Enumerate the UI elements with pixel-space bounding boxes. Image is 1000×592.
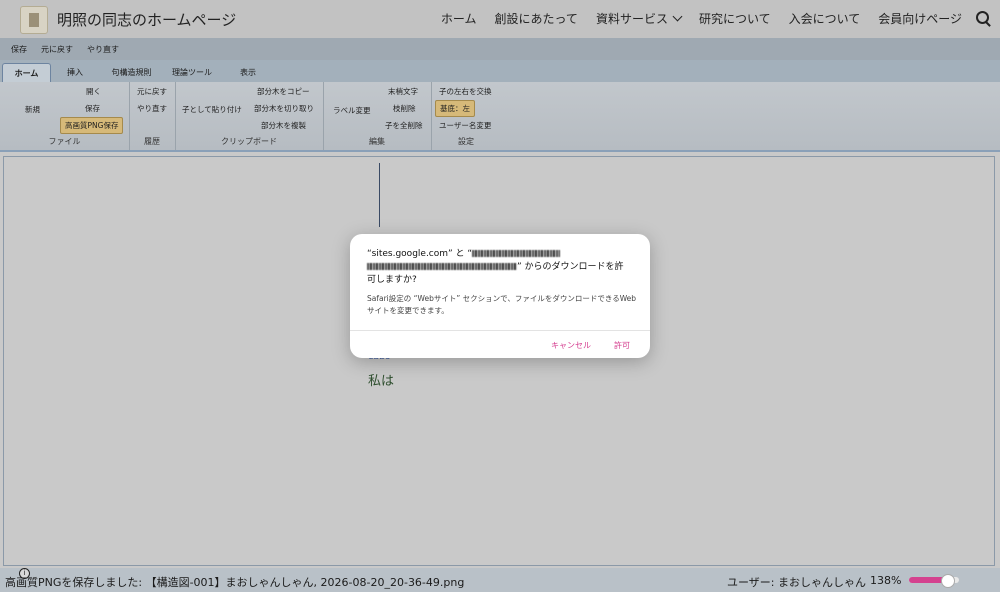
cancel-button[interactable]: キャンセル [551, 340, 591, 351]
ribbon-group-settings: 子の左右を交換 基底：左 ユーザー名変更 設定 [431, 82, 501, 150]
zoom-slider-fill [909, 577, 944, 583]
nav-resources[interactable]: 資料サービス [595, 10, 683, 27]
nav-members[interactable]: 会員向けページ [878, 10, 962, 27]
change-label-button[interactable]: ラベル変更 [333, 105, 371, 116]
tree-branch-line [379, 163, 380, 227]
dialog-line3: 可しますか? [367, 275, 417, 285]
delete-children-button[interactable]: 子を全削除 [385, 120, 423, 131]
tab-theory-tools[interactable]: 理論ツール [166, 63, 218, 82]
nav-research[interactable]: 研究について [699, 10, 771, 27]
dialog-line2-suffix: ” からのダウンロードを許 [517, 262, 624, 272]
tree-canvas[interactable] [3, 156, 995, 566]
dialog-line1: “sites.google.com” と “ [367, 249, 473, 259]
group-label-edit: 編集 [369, 137, 385, 146]
quick-access-bar: 保存 元に戻す やり直す [0, 38, 1000, 60]
ribbon-group-file: 新規 開く 保存 高画質PNG保存 ファイル [0, 82, 130, 150]
site-nav: ホーム 創設にあたって 資料サービス 研究について 入会について 会員向けページ [441, 10, 962, 27]
group-label-clipboard: クリップボード [221, 137, 277, 146]
search-icon[interactable] [976, 11, 989, 24]
nav-join[interactable]: 入会について [789, 10, 861, 27]
download-permission-dialog: “sites.google.com” と “ ” からのダウンロードを許 可しま… [350, 234, 650, 358]
save-png-button[interactable]: 高画質PNG保存 [60, 117, 124, 134]
allow-button[interactable]: 許可 [614, 340, 630, 351]
status-user: ユーザー: まおしゃんしゃん [727, 576, 866, 589]
undo-button[interactable]: 元に戻す [137, 86, 167, 97]
zoom-level: 138% [870, 574, 902, 587]
new-button[interactable]: 新規 [25, 104, 40, 115]
blurred-site-url [367, 263, 517, 270]
terminal-char-button[interactable]: 末梢文字 [388, 86, 418, 97]
blurred-site-name [472, 250, 561, 257]
nav-founding[interactable]: 創設にあたって [495, 10, 578, 27]
zoom-slider-handle[interactable] [941, 574, 955, 588]
base-left-button[interactable]: 基底：左 [435, 100, 475, 117]
qa-save-button[interactable]: 保存 [11, 44, 27, 55]
site-header: 明照の同志のホームページ ホーム 創設にあたって 資料サービス 研究について 入… [0, 0, 1000, 38]
dialog-message: “sites.google.com” と “ ” からのダウンロードを許 可しま… [367, 248, 637, 287]
change-username-button[interactable]: ユーザー名変更 [439, 120, 491, 131]
qa-redo-button[interactable]: やり直す [87, 44, 119, 55]
tab-phrase-rules[interactable]: 句構造規則 [104, 63, 159, 82]
copy-subtree-button[interactable]: 部分木をコピー [257, 86, 310, 97]
ribbon-group-clipboard: 子として貼り付け 部分木をコピー 部分木を切り取り 部分木を複製 クリップボード [175, 82, 324, 150]
site-title[interactable]: 明照の同志のホームページ [57, 9, 236, 30]
paste-child-button[interactable]: 子として貼り付け [182, 104, 242, 115]
dialog-body: Safari設定の “Webサイト” セクションで、ファイルをダウンロードできる… [367, 294, 637, 315]
group-label-file: ファイル [48, 137, 81, 146]
delete-branch-button[interactable]: 枝削除 [393, 103, 416, 114]
tree-node-text[interactable]: 私は [368, 370, 394, 389]
save-button[interactable]: 保存 [85, 103, 100, 114]
status-message: 高画質PNGを保存しました: 【構造図-001】まおしゃんしゃん, 2026-0… [5, 576, 465, 589]
qa-undo-button[interactable]: 元に戻す [41, 44, 73, 55]
swap-children-button[interactable]: 子の左右を交換 [439, 86, 492, 97]
site-logo[interactable] [20, 6, 48, 34]
redo-button[interactable]: やり直す [137, 103, 167, 114]
tab-insert[interactable]: 挿入 [56, 63, 94, 82]
logo-figure [29, 13, 39, 27]
status-bar: i 高画質PNGを保存しました: 【構造図-001】まおしゃんしゃん, 2026… [0, 568, 1000, 592]
duplicate-subtree-button[interactable]: 部分木を複製 [261, 120, 306, 131]
nav-resources-label: 資料サービス [595, 12, 668, 26]
chevron-down-icon [672, 11, 683, 22]
open-button[interactable]: 開く [86, 86, 101, 97]
tab-view[interactable]: 表示 [230, 63, 266, 82]
ribbon-group-edit: ラベル変更 末梢文字 枝削除 子を全削除 編集 [323, 82, 432, 150]
ribbon-group-history: 元に戻す やり直す 履歴 [129, 82, 176, 150]
dialog-divider [350, 330, 650, 331]
group-label-history: 履歴 [144, 137, 160, 146]
cut-subtree-button[interactable]: 部分木を切り取り [254, 103, 314, 114]
group-label-settings: 設定 [458, 137, 474, 146]
nav-home[interactable]: ホーム [441, 10, 477, 27]
ribbon: 新規 開く 保存 高画質PNG保存 ファイル 元に戻す やり直す 履歴 子として… [0, 82, 1000, 152]
ribbon-tabs: ホーム 挿入 句構造規則 理論ツール 表示 [0, 60, 1000, 83]
tab-home[interactable]: ホーム [2, 63, 51, 83]
